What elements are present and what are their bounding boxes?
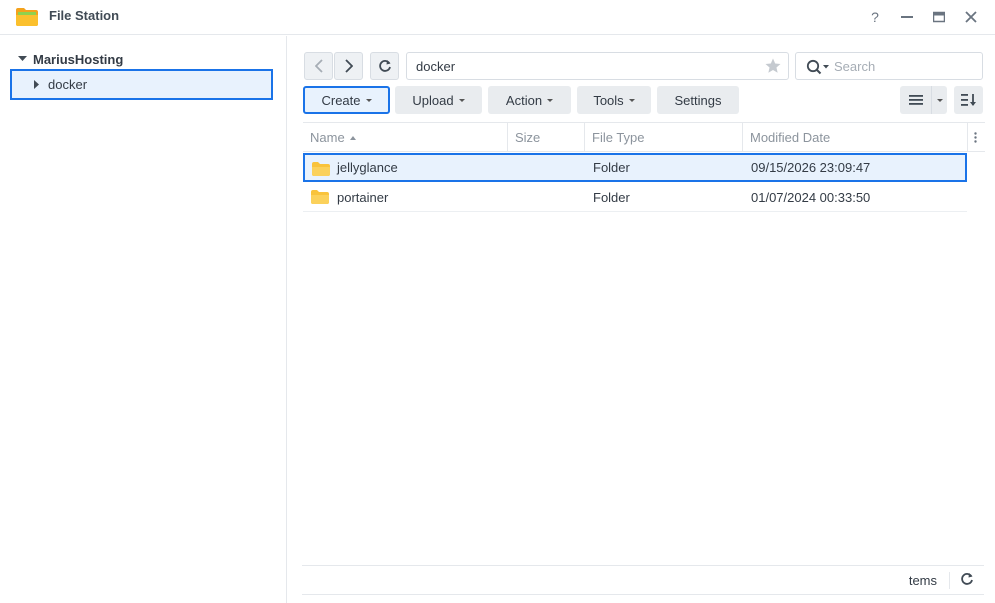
upload-button[interactable]: Upload [395, 86, 482, 114]
folder-icon [311, 190, 329, 204]
more-vertical-icon [974, 132, 977, 143]
sidebar-item-label: docker [48, 77, 88, 92]
view-options-dropdown[interactable] [931, 86, 947, 114]
caret-down-icon [628, 98, 635, 102]
maximize-button[interactable] [929, 7, 949, 27]
tree-root-mariushosting[interactable]: MariusHosting [18, 50, 123, 68]
create-button[interactable]: Create [303, 86, 390, 114]
folder-icon [312, 162, 330, 176]
column-header-date[interactable]: Modified Date [743, 123, 968, 152]
caret-down-icon [458, 98, 465, 102]
settings-button-label: Settings [674, 92, 722, 108]
window-title: File Station [49, 8, 120, 23]
back-button[interactable] [304, 52, 333, 80]
sidebar-item-docker[interactable]: docker [10, 69, 273, 100]
minimize-button[interactable] [897, 7, 917, 27]
caret-down-icon [936, 98, 943, 102]
refresh-icon [378, 60, 391, 72]
star-icon[interactable] [764, 57, 782, 75]
path-text: docker [416, 59, 456, 74]
sidebar: MariusHosting docker [0, 36, 287, 603]
forward-button[interactable] [334, 52, 363, 80]
column-header-type-label: File Type [592, 130, 645, 145]
search-input[interactable] [834, 57, 974, 75]
table-row[interactable]: jellyglance Folder 09/15/2026 23:09:47 [303, 153, 967, 182]
chevron-right-icon [344, 59, 353, 73]
item-count-text: tems [908, 573, 937, 588]
row-date: 09/15/2026 23:09:47 [751, 160, 871, 175]
footer-divider [949, 572, 950, 589]
tree-root-label: MariusHosting [33, 51, 124, 67]
column-header-size-label: Size [515, 130, 541, 145]
search-icon[interactable] [806, 59, 830, 75]
list-view-icon [908, 95, 923, 105]
title-bar: File Station ? [0, 0, 995, 35]
caret-right-icon[interactable] [34, 80, 39, 89]
refresh-button[interactable] [370, 52, 399, 80]
row-date: 01/07/2024 00:33:50 [751, 189, 871, 205]
column-header-name-label: Name [310, 130, 345, 145]
list-view-button[interactable] [900, 86, 931, 114]
close-button[interactable] [961, 7, 981, 27]
row-type: Folder [593, 160, 630, 175]
table-header: Name Size File Type Modified Date [303, 122, 985, 152]
row-type: Folder [593, 189, 630, 205]
caret-down-icon[interactable] [18, 56, 27, 62]
sort-ascending-icon [349, 135, 356, 140]
action-button-label: Action [505, 92, 543, 108]
search-box[interactable] [795, 52, 983, 80]
path-bar[interactable]: docker [406, 52, 789, 80]
minimize-icon [901, 16, 913, 18]
action-button[interactable]: Action [488, 86, 571, 114]
sort-button[interactable] [954, 86, 983, 114]
refresh-icon[interactable] [960, 572, 974, 586]
close-icon [965, 11, 977, 23]
caret-down-icon [547, 98, 554, 102]
settings-button[interactable]: Settings [657, 86, 739, 114]
upload-button-label: Upload [412, 92, 454, 108]
create-button-label: Create [321, 92, 361, 108]
status-bar: tems [302, 565, 984, 595]
sort-icon [960, 94, 976, 106]
column-header-type[interactable]: File Type [585, 123, 743, 152]
column-options-button[interactable] [968, 123, 985, 152]
tools-button-label: Tools [593, 92, 624, 108]
row-name: jellyglance [337, 160, 398, 175]
tools-button[interactable]: Tools [577, 86, 651, 114]
column-header-size[interactable]: Size [508, 123, 585, 152]
column-header-date-label: Modified Date [750, 130, 831, 145]
help-button[interactable]: ? [865, 7, 885, 27]
table-row[interactable]: portainer Folder 01/07/2024 00:33:50 [303, 183, 967, 212]
row-name: portainer [337, 189, 389, 205]
maximize-icon [933, 11, 945, 23]
help-icon: ? [871, 9, 879, 25]
file-station-app-icon [16, 8, 38, 26]
column-header-name[interactable]: Name [303, 123, 508, 152]
chevron-left-icon [314, 59, 323, 73]
caret-down-icon [365, 98, 372, 102]
